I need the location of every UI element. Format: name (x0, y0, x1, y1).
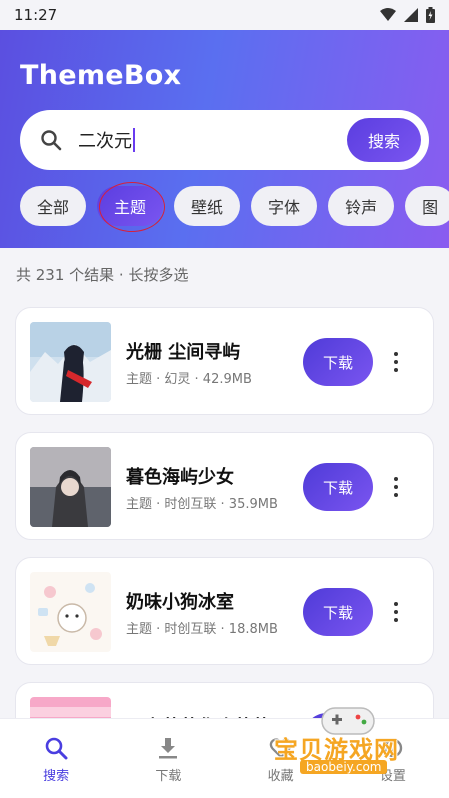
header: ThemeBox 二次元 搜索 全部 主题 壁纸 字体 铃声 图 (0, 30, 449, 248)
chip-wallpaper[interactable]: 壁纸 (174, 186, 241, 226)
signal-icon (404, 8, 418, 22)
theme-meta: 主题 · 幻灵 · 42.9MB (126, 372, 252, 387)
status-time: 11:27 (14, 6, 58, 24)
nav-favorites[interactable]: 收藏 (225, 719, 337, 798)
search-icon (38, 127, 64, 153)
nav-search-label: 搜索 (43, 769, 70, 784)
list-item[interactable]: 奶味小狗冰室 主题 · 时创互联 · 18.8MB 下载 (15, 557, 434, 665)
nav-settings[interactable]: 设置 (337, 719, 449, 798)
settings-icon (380, 735, 406, 761)
chip-theme[interactable]: 主题 (97, 186, 164, 226)
search-input-value: 二次元 (78, 131, 132, 152)
search-icon (43, 735, 69, 761)
heart-icon (268, 735, 294, 761)
theme-thumbnail (30, 447, 111, 527)
category-chips: 全部 主题 壁纸 字体 铃声 图 (20, 186, 449, 226)
theme-thumbnail (30, 322, 111, 402)
chip-font[interactable]: 字体 (251, 186, 318, 226)
nav-favorites-label: 收藏 (267, 769, 294, 784)
search-box[interactable]: 二次元 搜索 (20, 110, 429, 170)
theme-title: 暮色海屿少女 (126, 467, 234, 488)
nav-download-label: 下载 (155, 769, 182, 784)
status-icons (380, 7, 435, 23)
wifi-icon (380, 8, 396, 21)
search-button[interactable]: 搜索 (347, 118, 421, 162)
nav-search[interactable]: 搜索 (0, 719, 112, 798)
status-bar: 11:27 (0, 0, 449, 30)
theme-meta: 主题 · 时创互联 · 18.8MB (126, 622, 278, 637)
text-caret (133, 128, 135, 152)
theme-title: 光栅 尘间寻屿 (126, 342, 241, 363)
nav-download[interactable]: 下载 (112, 719, 224, 798)
app-title: ThemeBox (20, 60, 182, 91)
result-summary: 共 231 个结果 · 长按多选 (16, 266, 189, 284)
bottom-navigation: 搜索 下载 收藏 设置 (0, 718, 449, 798)
download-button[interactable]: 下载 (303, 588, 373, 636)
more-options-icon[interactable] (388, 598, 404, 626)
download-button[interactable]: 下载 (303, 338, 373, 386)
battery-icon (426, 7, 435, 23)
chip-all[interactable]: 全部 (20, 186, 87, 226)
chip-ringtone[interactable]: 铃声 (328, 186, 395, 226)
nav-settings-label: 设置 (379, 769, 406, 784)
more-options-icon[interactable] (388, 473, 404, 501)
search-input[interactable]: 二次元 (78, 127, 135, 153)
more-options-icon[interactable] (388, 348, 404, 376)
theme-title: 奶味小狗冰室 (126, 592, 234, 613)
theme-thumbnail (30, 572, 111, 652)
list-item[interactable]: 光栅 尘间寻屿 主题 · 幻灵 · 42.9MB 下载 (15, 307, 434, 415)
list-item[interactable]: 暮色海屿少女 主题 · 时创互联 · 35.9MB 下载 (15, 432, 434, 540)
download-button[interactable]: 下载 (303, 463, 373, 511)
chip-icon[interactable]: 图 (405, 186, 449, 226)
download-icon (155, 735, 181, 761)
theme-meta: 主题 · 时创互联 · 35.9MB (126, 497, 278, 512)
